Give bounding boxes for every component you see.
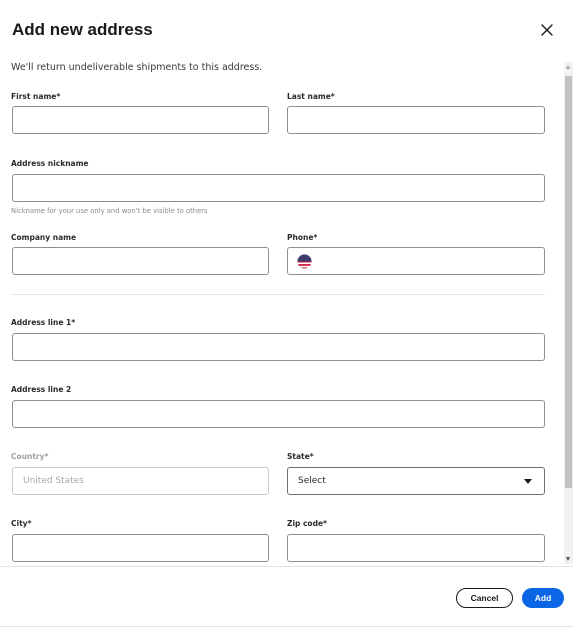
phone-label: Phone* bbox=[287, 233, 318, 242]
close-button[interactable] bbox=[539, 22, 555, 38]
zip-code-label: Zip code* bbox=[287, 519, 327, 528]
close-icon bbox=[541, 24, 553, 36]
state-select[interactable]: Select bbox=[287, 467, 545, 495]
scrollbar-thumb[interactable] bbox=[565, 76, 572, 488]
zip-code-input[interactable] bbox=[287, 534, 545, 562]
nickname-input[interactable] bbox=[12, 174, 545, 202]
nickname-label: Address nickname bbox=[11, 159, 89, 168]
scrollbar[interactable] bbox=[564, 62, 573, 564]
address-line2-input[interactable] bbox=[12, 400, 545, 428]
state-selected-value: Select bbox=[298, 476, 326, 486]
form-scroll-area: We'll return undeliverable shipments to … bbox=[0, 56, 573, 564]
city-input[interactable] bbox=[12, 534, 269, 562]
cancel-button[interactable]: Cancel bbox=[456, 588, 513, 608]
nickname-helper-text: Nickname for your use only and won't be … bbox=[11, 207, 208, 215]
phone-input[interactable] bbox=[287, 247, 545, 275]
add-address-dialog: Add new address We'll return undeliverab… bbox=[0, 0, 573, 627]
state-label: State* bbox=[287, 452, 314, 461]
scroll-down-arrow-icon[interactable] bbox=[566, 557, 570, 561]
city-label: City* bbox=[11, 519, 32, 528]
address-line1-input[interactable] bbox=[12, 333, 545, 361]
company-name-input[interactable] bbox=[12, 247, 269, 275]
last-name-input[interactable] bbox=[287, 106, 545, 134]
add-button[interactable]: Add bbox=[522, 588, 564, 608]
country-label: Country* bbox=[11, 452, 49, 461]
us-flag-icon[interactable] bbox=[297, 254, 312, 269]
company-name-label: Company name bbox=[11, 233, 77, 242]
last-name-label: Last name* bbox=[287, 92, 335, 101]
first-name-input[interactable] bbox=[12, 106, 269, 134]
form-subtitle: We'll return undeliverable shipments to … bbox=[11, 62, 263, 73]
dialog-header: Add new address bbox=[12, 18, 561, 44]
address-line1-label: Address line 1* bbox=[11, 318, 76, 327]
section-divider bbox=[11, 294, 545, 295]
country-value: United States bbox=[23, 476, 84, 486]
dialog-title: Add new address bbox=[12, 20, 153, 39]
scroll-up-arrow-icon[interactable] bbox=[566, 65, 570, 69]
country-input: United States bbox=[12, 467, 269, 495]
address-line2-label: Address line 2 bbox=[11, 385, 72, 394]
dialog-footer: Cancel Add bbox=[0, 566, 573, 627]
chevron-down-icon bbox=[524, 479, 532, 484]
first-name-label: First name* bbox=[11, 92, 61, 101]
